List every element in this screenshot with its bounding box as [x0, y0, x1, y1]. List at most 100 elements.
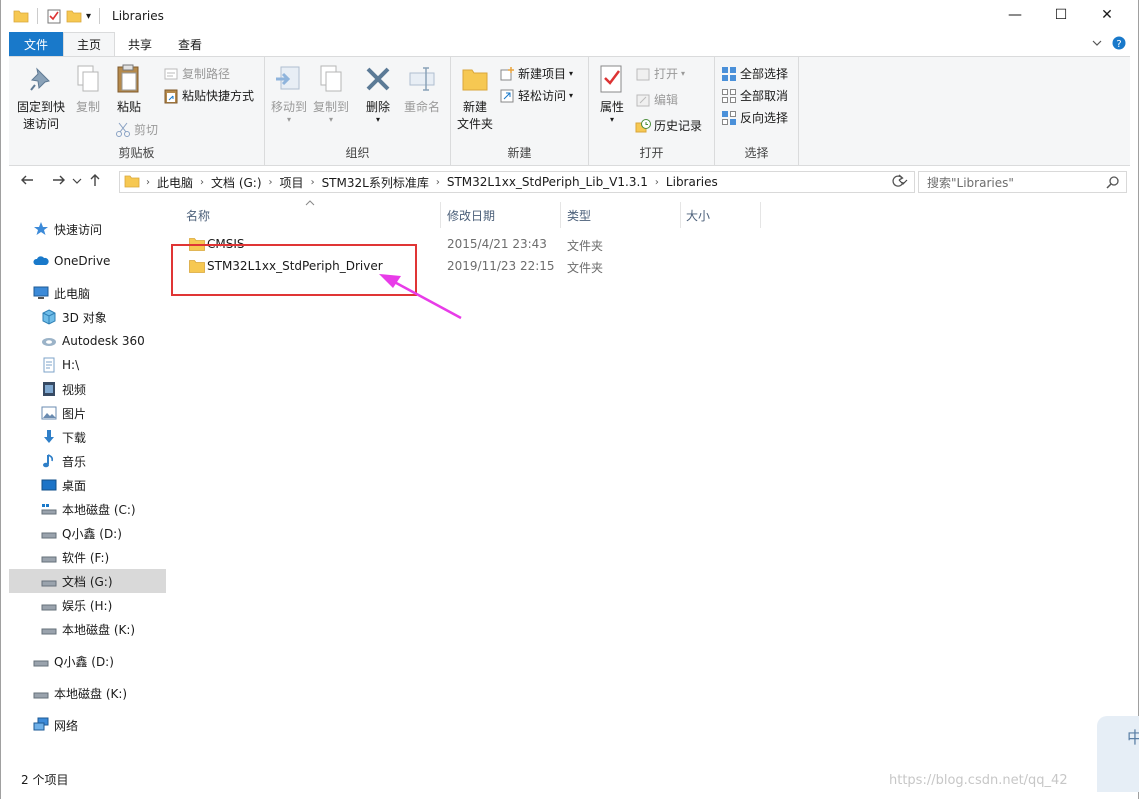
new-folder-label-line2: 文件夹 — [456, 117, 493, 131]
nav-item-drive-d-root[interactable]: Q小鑫 (D:) — [9, 649, 166, 673]
refresh-icon[interactable] — [891, 174, 905, 191]
nav-item-3d-objects[interactable]: 3D 对象 — [9, 305, 166, 329]
select-all-button[interactable]: 全部选择 — [721, 65, 788, 82]
breadcrumb-this-pc[interactable]: 此电脑 — [150, 174, 200, 191]
drive-icon — [41, 621, 57, 637]
ribbon: 固定到快 速访问 复制 粘贴 复制路径 粘贴快捷方式 剪切 剪贴板 移动到 ▾ … — [9, 56, 1130, 166]
side-widget[interactable]: 中 — [1097, 716, 1139, 792]
nav-item-drive-g[interactable]: 文档 (G:) — [9, 569, 166, 593]
tab-home[interactable]: 主页 — [63, 32, 116, 56]
expand-ribbon-icon[interactable] — [1092, 37, 1102, 51]
recent-locations-chevron-icon[interactable] — [71, 174, 83, 190]
invert-selection-label: 反向选择 — [740, 111, 789, 125]
edit-button[interactable]: 编辑 — [635, 91, 678, 108]
paste-shortcut-label: 粘贴快捷方式 — [182, 89, 255, 103]
select-none-button[interactable]: 全部取消 — [721, 87, 788, 104]
breadcrumb-libraries[interactable]: Libraries — [659, 175, 725, 189]
open-group: 属性 ▾ 打开 ▾ 编辑 历史记录 打开 — [589, 57, 715, 165]
copy-button[interactable]: 复制 — [71, 63, 105, 116]
column-divider[interactable] — [680, 202, 681, 228]
move-to-button[interactable]: 移动到 ▾ — [269, 63, 309, 124]
paste-button[interactable]: 粘贴 — [109, 63, 149, 116]
properties-label: 属性 — [599, 100, 624, 114]
nav-item-drive-f[interactable]: 软件 (F:) — [9, 545, 166, 569]
nav-item-label: 软件 (F:) — [62, 550, 110, 565]
close-button[interactable]: ✕ — [1084, 0, 1130, 30]
rename-button[interactable]: 重命名 — [401, 63, 443, 116]
nav-item-drive-k[interactable]: 本地磁盘 (K:) — [9, 617, 166, 641]
paste-shortcut-button[interactable]: 粘贴快捷方式 — [163, 87, 254, 104]
nav-item-drive-c[interactable]: 本地磁盘 (C:) — [9, 497, 166, 521]
tab-file[interactable]: 文件 — [9, 32, 64, 56]
breadcrumb-drive-g[interactable]: 文档 (G:) — [204, 174, 269, 191]
clipboard-group-label: 剪贴板 — [118, 146, 155, 160]
forward-arrow-icon[interactable] — [47, 173, 71, 191]
breadcrumb-projects[interactable]: 项目 — [273, 174, 311, 191]
address-bar[interactable]: › 此电脑 › 文档 (G:) › 项目 › STM32L系列标准库 › STM… — [119, 171, 915, 193]
column-header-size[interactable]: 大小 — [686, 204, 710, 226]
new-folder-button[interactable]: 新建 文件夹 — [455, 63, 495, 133]
new-folder-quick-icon[interactable] — [66, 8, 82, 24]
column-header-name[interactable]: 名称 — [186, 204, 210, 226]
properties-button[interactable]: 属性 ▾ — [593, 63, 631, 124]
nav-item-quick-access[interactable]: 快速访问 — [9, 217, 166, 241]
delete-button[interactable]: 删除 ▾ — [363, 63, 393, 124]
breadcrumb-stm32l-library[interactable]: STM32L系列标准库 — [315, 174, 436, 191]
easy-access-button[interactable]: 轻松访问 ▾ — [499, 87, 573, 104]
cube-icon — [41, 309, 57, 325]
search-icon[interactable] — [1106, 175, 1120, 192]
nav-item-pictures[interactable]: 图片 — [9, 401, 166, 425]
customize-quick-access-dropdown[interactable]: ▾ — [86, 11, 91, 22]
nav-item-label: 图片 — [62, 406, 87, 421]
open-button[interactable]: 打开 ▾ — [635, 65, 685, 82]
nav-item-drive-h[interactable]: 娱乐 (H:) — [9, 593, 166, 617]
easy-access-label: 轻松访问 — [518, 89, 567, 103]
move-to-dropdown-icon: ▾ — [286, 115, 291, 124]
help-icon[interactable]: ? — [1112, 36, 1126, 53]
nav-item-music[interactable]: 音乐 — [9, 449, 166, 473]
address-folder-icon — [124, 173, 140, 192]
nav-item-h-drive-path[interactable]: H:\ — [9, 353, 166, 377]
nav-item-autodesk-360[interactable]: Autodesk 360 — [9, 329, 166, 353]
new-item-button[interactable]: 新建项目 ▾ — [499, 65, 573, 82]
column-divider[interactable] — [760, 202, 761, 228]
tab-view[interactable]: 查看 — [165, 32, 215, 56]
nav-item-label: 音乐 — [62, 454, 87, 469]
copy-path-button[interactable]: 复制路径 — [163, 65, 230, 82]
nav-item-drive-d[interactable]: Q小鑫 (D:) — [9, 521, 166, 545]
select-group: 全部选择 全部取消 反向选择 选择 — [715, 57, 799, 165]
tab-share[interactable]: 共享 — [115, 32, 165, 56]
nav-item-label: Autodesk 360 — [62, 334, 145, 348]
nav-item-desktop[interactable]: 桌面 — [9, 473, 166, 497]
up-arrow-icon[interactable] — [83, 173, 107, 191]
new-item-label: 新建项目 — [518, 67, 567, 81]
nav-item-network[interactable]: 网络 — [9, 713, 166, 737]
history-button[interactable]: 历史记录 — [635, 117, 702, 134]
drive-icon — [41, 549, 57, 565]
minimize-button[interactable]: — — [992, 0, 1038, 30]
breadcrumb-stdperiph-lib[interactable]: STM32L1xx_StdPeriph_Lib_V1.3.1 — [440, 175, 655, 189]
search-box[interactable]: 搜索"Libraries" — [918, 171, 1127, 193]
invert-selection-button[interactable]: 反向选择 — [721, 109, 788, 126]
column-header-type[interactable]: 类型 — [567, 204, 591, 226]
move-to-label: 移动到 — [270, 100, 307, 114]
nav-item-this-pc[interactable]: 此电脑 — [9, 281, 166, 305]
back-arrow-icon[interactable] — [15, 173, 39, 191]
nav-item-onedrive[interactable]: OneDrive — [9, 249, 166, 273]
nav-item-drive-k-root[interactable]: 本地磁盘 (K:) — [9, 681, 166, 705]
properties-checkbox-icon[interactable] — [46, 8, 62, 24]
nav-item-downloads[interactable]: 下载 — [9, 425, 166, 449]
pin-to-quick-access-button[interactable]: 固定到快 速访问 — [13, 63, 69, 133]
column-divider[interactable] — [440, 202, 441, 228]
nav-item-label: Q小鑫 (D:) — [62, 526, 122, 541]
maximize-button[interactable]: ☐ — [1038, 0, 1084, 30]
nav-item-label: 此电脑 — [54, 286, 91, 301]
nav-item-videos[interactable]: 视频 — [9, 377, 166, 401]
cut-button[interactable]: 剪切 — [115, 121, 158, 138]
edit-icon — [635, 92, 651, 108]
easy-access-dropdown-icon: ▾ — [569, 91, 574, 100]
column-divider[interactable] — [560, 202, 561, 228]
copy-to-button[interactable]: 复制到 ▾ — [311, 63, 351, 124]
computer-icon — [33, 285, 49, 301]
column-header-modified[interactable]: 修改日期 — [447, 204, 495, 226]
